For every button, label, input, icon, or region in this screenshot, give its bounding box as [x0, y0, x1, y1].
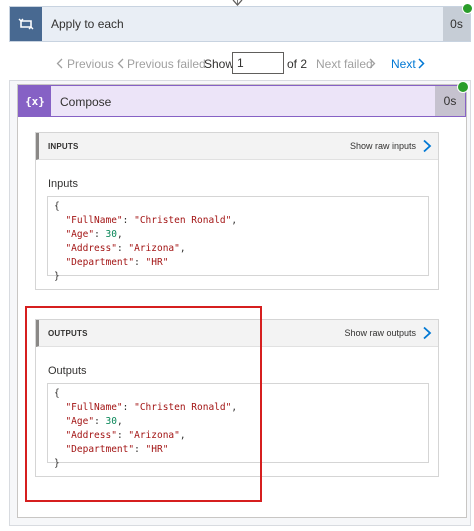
chevron-right-icon[interactable]	[422, 139, 432, 153]
show-label: Show	[204, 57, 235, 71]
next-button[interactable]: Next	[391, 57, 416, 71]
json-line: "FullName": "Christen Ronald",	[65, 215, 238, 226]
apply-to-each-title: Apply to each	[51, 17, 124, 31]
outputs-highlight-box	[25, 306, 262, 502]
inputs-section-header: INPUTS Show raw inputs	[36, 133, 438, 160]
check-circle-icon	[462, 3, 473, 14]
inputs-section: INPUTS Show raw inputs Inputs { "FullNam…	[35, 132, 439, 290]
previous-failed-button[interactable]: Previous failed	[127, 57, 206, 71]
compose-header[interactable]: {x} Compose 0s	[18, 81, 469, 117]
inputs-json-box: { "FullName": "Christen Ronald", "Age": …	[47, 196, 429, 282]
json-line: "Department": "HR"	[65, 257, 169, 268]
previous-button[interactable]: Previous	[67, 57, 114, 71]
json-line: "Address": "Arizona",	[65, 243, 186, 254]
check-circle-icon	[457, 81, 469, 93]
loop-icon	[18, 18, 34, 30]
json-open-brace: {	[54, 201, 60, 212]
chevron-right-icon[interactable]	[418, 58, 425, 69]
chevron-right-icon[interactable]	[422, 326, 432, 340]
loop-icon-box	[10, 7, 42, 41]
chevron-right-icon	[369, 58, 376, 69]
chevron-left-icon	[117, 58, 124, 69]
compose-icon: {x}	[19, 86, 51, 116]
inputs-header-label: INPUTS	[48, 142, 79, 151]
apply-to-each-header[interactable]: Apply to each 0s	[9, 3, 473, 42]
json-line: "Age": 30,	[65, 229, 123, 240]
inputs-label: Inputs	[48, 178, 78, 190]
compose-title: Compose	[60, 95, 112, 109]
next-failed-button[interactable]: Next failed	[316, 57, 373, 71]
page-count-label: of 2	[287, 57, 308, 71]
json-close-brace: }	[54, 271, 60, 282]
chevron-left-icon	[56, 58, 63, 69]
page-number-input[interactable]	[232, 52, 284, 74]
show-raw-inputs-link[interactable]: Show raw inputs	[350, 141, 416, 151]
iteration-pager: Previous Previous failed Show of 2 Next …	[0, 52, 474, 76]
show-raw-outputs-link[interactable]: Show raw outputs	[344, 328, 416, 338]
